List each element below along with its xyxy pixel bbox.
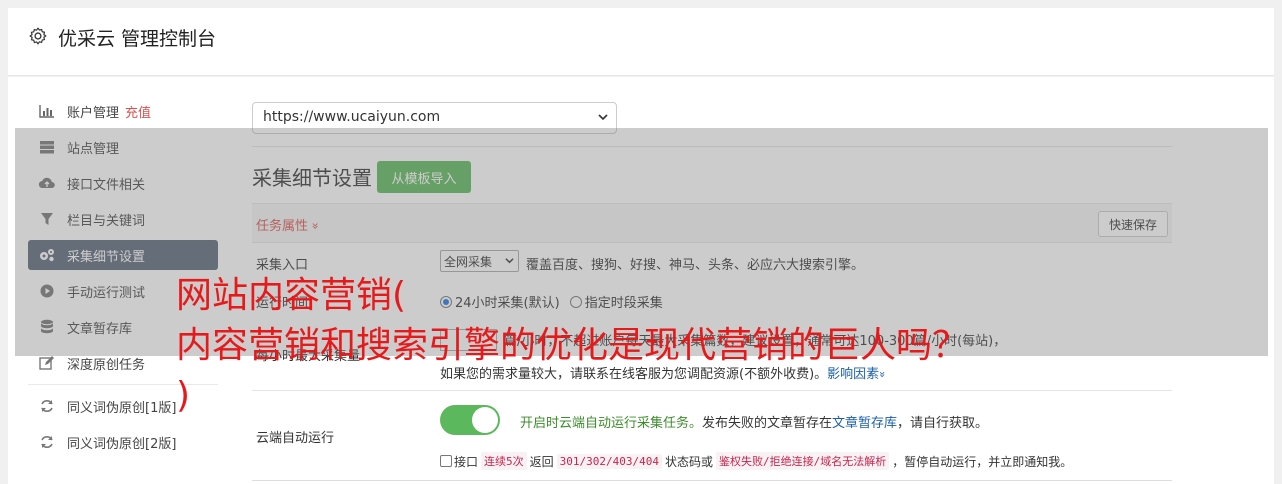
sidebar-item-label: 同义词伪原创[1版] bbox=[67, 400, 177, 416]
auto-pause-text: ，暂停自动运行，并立即通知我。 bbox=[892, 454, 1073, 469]
code-errors: 鉴权失败/拒绝连接/域名无法解析 bbox=[716, 452, 890, 470]
headline-overlay: 网站内容营销( 内容营销和搜索引擎的优化是现代营销的巨人吗？ ) bbox=[176, 271, 968, 421]
refresh-icon bbox=[38, 398, 56, 414]
auto-pause-text: 状态码或 bbox=[665, 454, 714, 469]
sidebar-item-label: 账户管理 bbox=[67, 105, 120, 121]
sidebar-item-account[interactable]: 账户管理 充值 bbox=[28, 96, 218, 126]
app-header: 优采云 管理控制台 bbox=[8, 8, 1274, 76]
recharge-link[interactable]: 充值 bbox=[125, 102, 151, 121]
site-select-value: https://www.ucaiyun.com bbox=[263, 109, 441, 125]
headline-line-2: 内容营销和搜索引擎的优化是现代营销的巨人吗？ bbox=[176, 325, 969, 366]
auto-pause-text: 返回 bbox=[529, 454, 554, 469]
sidebar-item-synonym-v2[interactable]: 同义词伪原创[2版] bbox=[28, 427, 218, 457]
headline-line-3: ) bbox=[176, 375, 191, 416]
code-status: 301/302/403/404 bbox=[556, 453, 662, 469]
auto-pause-text: 接口 bbox=[454, 454, 479, 469]
headline-line-1: 网站内容营销( bbox=[176, 275, 407, 316]
app-title: 优采云 管理控制台 bbox=[58, 28, 217, 50]
auto-pause-checkbox[interactable] bbox=[440, 455, 452, 467]
refresh-icon bbox=[38, 434, 56, 450]
code-consecutive: 连续5次 bbox=[481, 452, 527, 470]
sidebar-item-label: 同义词伪原创[2版] bbox=[67, 436, 177, 452]
sidebar-item-label: 深度原创任务 bbox=[67, 357, 146, 373]
edit-icon bbox=[38, 355, 56, 371]
auto-pause-row: 接口 连续5次 返回 301/302/403/404 状态码或 鉴权失败/拒绝连… bbox=[440, 452, 1072, 470]
cloud-run-label: 云端自动运行 bbox=[256, 431, 335, 446]
divider bbox=[252, 480, 1172, 481]
gear-icon bbox=[29, 27, 47, 45]
chevron-down-icon bbox=[598, 114, 608, 121]
bar-chart-icon bbox=[38, 103, 56, 119]
